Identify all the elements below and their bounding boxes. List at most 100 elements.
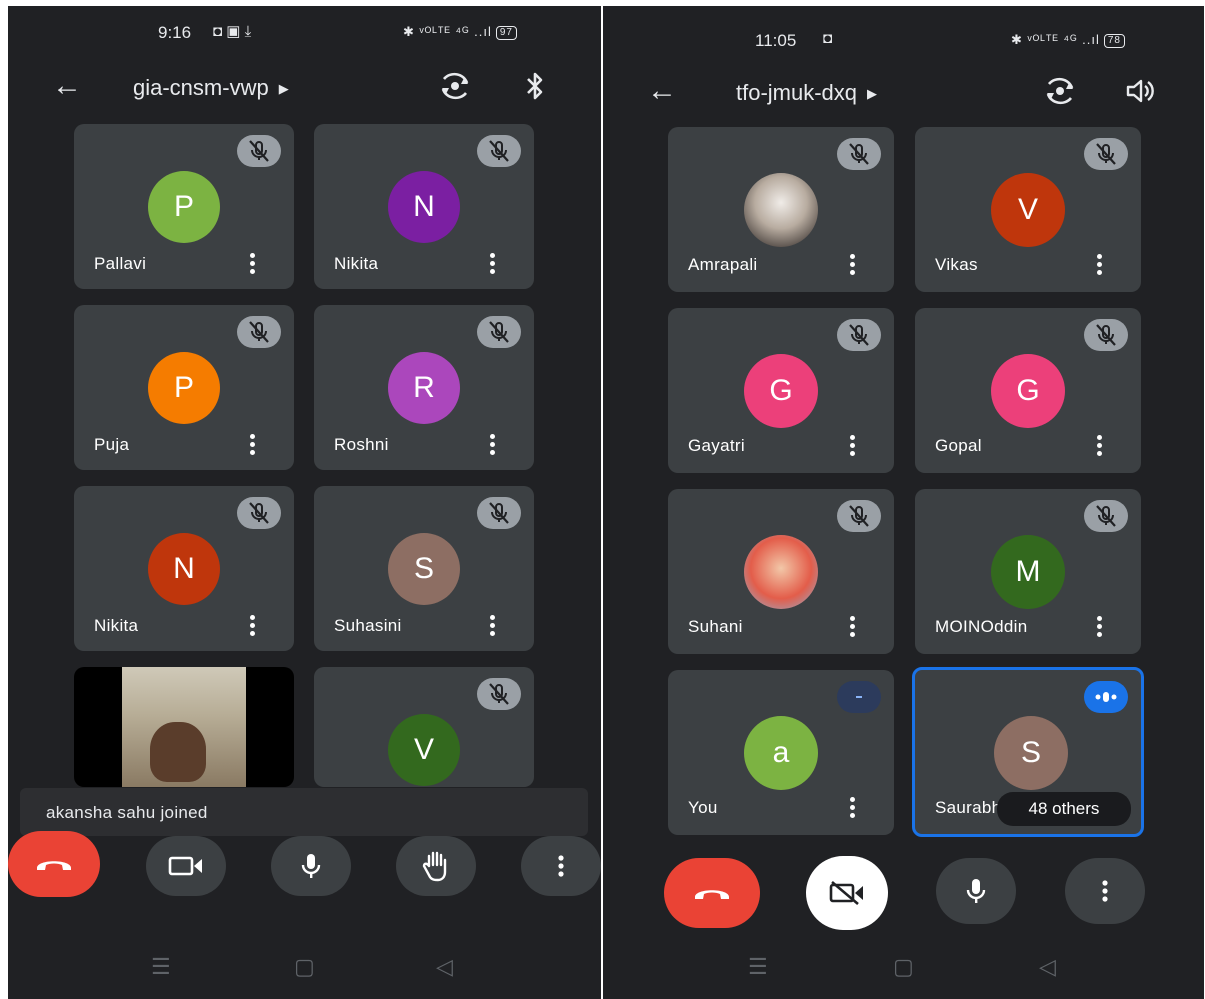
more-options-button[interactable]	[1065, 858, 1145, 924]
participant-tile[interactable]: G Gopal	[915, 308, 1141, 473]
avatar: S	[388, 533, 460, 605]
avatar: N	[388, 171, 460, 243]
battery-icon: 97	[495, 25, 517, 40]
participant-tile[interactable]: N Nikita	[314, 124, 534, 289]
back-nav-icon[interactable]: ◁	[1039, 954, 1056, 980]
participant-menu-icon[interactable]	[850, 254, 856, 278]
status-notification-icons: ◘	[823, 30, 833, 47]
back-arrow-icon[interactable]: ←	[52, 69, 82, 103]
recents-icon[interactable]: ☰	[748, 954, 768, 980]
participant-menu-icon[interactable]	[250, 615, 256, 639]
participant-tile[interactable]: a You	[668, 670, 894, 835]
participant-menu-icon[interactable]	[490, 615, 496, 639]
status-bar: 9:16 ◘ ▣ ⤓ ✱ ᵛᴼᴸᵀᴱ ⁴ᴳ ..ıl 97	[8, 6, 601, 56]
muted-mic-icon	[837, 500, 881, 532]
muted-mic-icon	[837, 681, 881, 713]
participant-name: Nikita	[94, 616, 139, 635]
avatar: P	[148, 171, 220, 243]
participant-tile[interactable]: P Pallavi	[74, 124, 294, 289]
status-bar: 11:05 ◘ ✱ ᵛᴼᴸᵀᴱ ⁴ᴳ ..ıl 78	[603, 6, 1204, 56]
participant-menu-icon[interactable]	[250, 253, 256, 277]
avatar: S	[994, 716, 1068, 790]
home-icon[interactable]: ▢	[294, 954, 315, 980]
avatar: N	[148, 533, 220, 605]
muted-mic-icon	[237, 135, 281, 167]
participant-tile[interactable]: R Roshni	[314, 305, 534, 470]
avatar: V	[388, 714, 460, 786]
camera-off-button[interactable]	[806, 856, 888, 930]
speaker-icon[interactable]	[1125, 76, 1157, 113]
participant-menu-icon[interactable]	[850, 616, 856, 640]
status-notification-icons: ◘ ▣ ⤓	[213, 23, 252, 40]
muted-mic-icon	[837, 138, 881, 170]
switch-camera-icon[interactable]	[438, 71, 472, 108]
muted-mic-icon	[237, 497, 281, 529]
muted-mic-icon	[477, 678, 521, 710]
status-signal-icons: ✱ ᵛᴼᴸᵀᴱ ⁴ᴳ ..ıl 97	[403, 24, 517, 40]
participant-menu-icon[interactable]	[250, 434, 256, 458]
participant-name: Gopal	[935, 436, 982, 455]
muted-mic-icon	[1084, 138, 1128, 170]
bluetooth-audio-icon[interactable]	[524, 71, 546, 108]
participant-name: Saurabh	[935, 798, 1002, 817]
status-time: 11:05	[755, 31, 797, 50]
participant-name: You	[688, 798, 718, 817]
participant-name: Suhani	[688, 617, 743, 636]
avatar: G	[991, 354, 1065, 428]
participant-menu-icon[interactable]	[850, 435, 856, 459]
end-call-button[interactable]	[664, 858, 760, 928]
recents-icon[interactable]: ☰	[151, 954, 171, 980]
home-icon[interactable]: ▢	[893, 954, 914, 980]
left-phone-screen: 9:16 ◘ ▣ ⤓ ✱ ᵛᴼᴸᵀᴱ ⁴ᴳ ..ıl 97 ← gia-cnsm-…	[8, 6, 601, 999]
participant-menu-icon[interactable]	[1097, 616, 1103, 640]
back-arrow-icon[interactable]: ←	[647, 74, 677, 108]
join-notification-text: akansha sahu joined	[46, 803, 208, 822]
raise-hand-button[interactable]	[396, 836, 476, 896]
participant-name: Vikas	[935, 255, 978, 274]
meeting-code[interactable]: gia-cnsm-vwp ▶	[133, 75, 289, 101]
meeting-header: ← gia-cnsm-vwp ▶	[8, 61, 601, 116]
participant-menu-icon[interactable]	[490, 253, 496, 277]
participant-tile[interactable]: M MOINOddin	[915, 489, 1141, 654]
participant-tile[interactable]	[74, 667, 294, 787]
muted-mic-icon	[477, 316, 521, 348]
expand-triangle-icon: ▶	[867, 86, 878, 102]
system-nav-bar: ☰ ▢ ◁	[603, 944, 1204, 999]
participant-menu-icon[interactable]	[1097, 254, 1103, 278]
participant-tile[interactable]: P Puja	[74, 305, 294, 470]
back-nav-icon[interactable]: ◁	[436, 954, 453, 980]
participant-tile[interactable]: G Gayatri	[668, 308, 894, 473]
participant-menu-icon[interactable]	[490, 434, 496, 458]
microphone-button[interactable]	[271, 836, 351, 896]
participant-name: Roshni	[334, 435, 389, 454]
meeting-code[interactable]: tfo-jmuk-dxq ▶	[736, 80, 877, 106]
avatar: G	[744, 354, 818, 428]
camera-toggle-button[interactable]	[146, 836, 226, 896]
person-figure	[150, 722, 206, 782]
avatar: P	[148, 352, 220, 424]
participant-menu-icon[interactable]	[1097, 435, 1103, 459]
participant-tile[interactable]: Suhani	[668, 489, 894, 654]
participant-menu-icon[interactable]	[850, 797, 856, 821]
right-phone-screen: 11:05 ◘ ✱ ᵛᴼᴸᵀᴱ ⁴ᴳ ..ıl 78 ← tfo-jmuk-dxq…	[603, 6, 1204, 999]
status-signal-icons: ✱ ᵛᴼᴸᵀᴱ ⁴ᴳ ..ıl 78	[1011, 32, 1125, 48]
avatar: V	[991, 173, 1065, 247]
participant-tile[interactable]: Amrapali	[668, 127, 894, 292]
participant-tile[interactable]: V Vikas	[915, 127, 1141, 292]
system-nav-bar: ☰ ▢ ◁	[8, 944, 601, 999]
avatar: a	[744, 716, 818, 790]
expand-triangle-icon: ▶	[278, 81, 289, 97]
microphone-button[interactable]	[936, 858, 1016, 924]
switch-camera-icon[interactable]	[1043, 76, 1077, 113]
participant-tile[interactable]: S Suhasini	[314, 486, 534, 651]
profile-photo	[744, 535, 818, 609]
more-options-button[interactable]	[521, 836, 601, 896]
participant-tile[interactable]: V	[314, 667, 534, 787]
others-count-pill[interactable]: 48 others	[997, 792, 1131, 826]
avatar: R	[388, 352, 460, 424]
speaking-indicator-icon	[1084, 681, 1128, 713]
participant-tile[interactable]: N Nikita	[74, 486, 294, 651]
end-call-button[interactable]	[8, 831, 100, 897]
join-notification: akansha sahu joined	[20, 788, 588, 836]
muted-mic-icon	[837, 319, 881, 351]
